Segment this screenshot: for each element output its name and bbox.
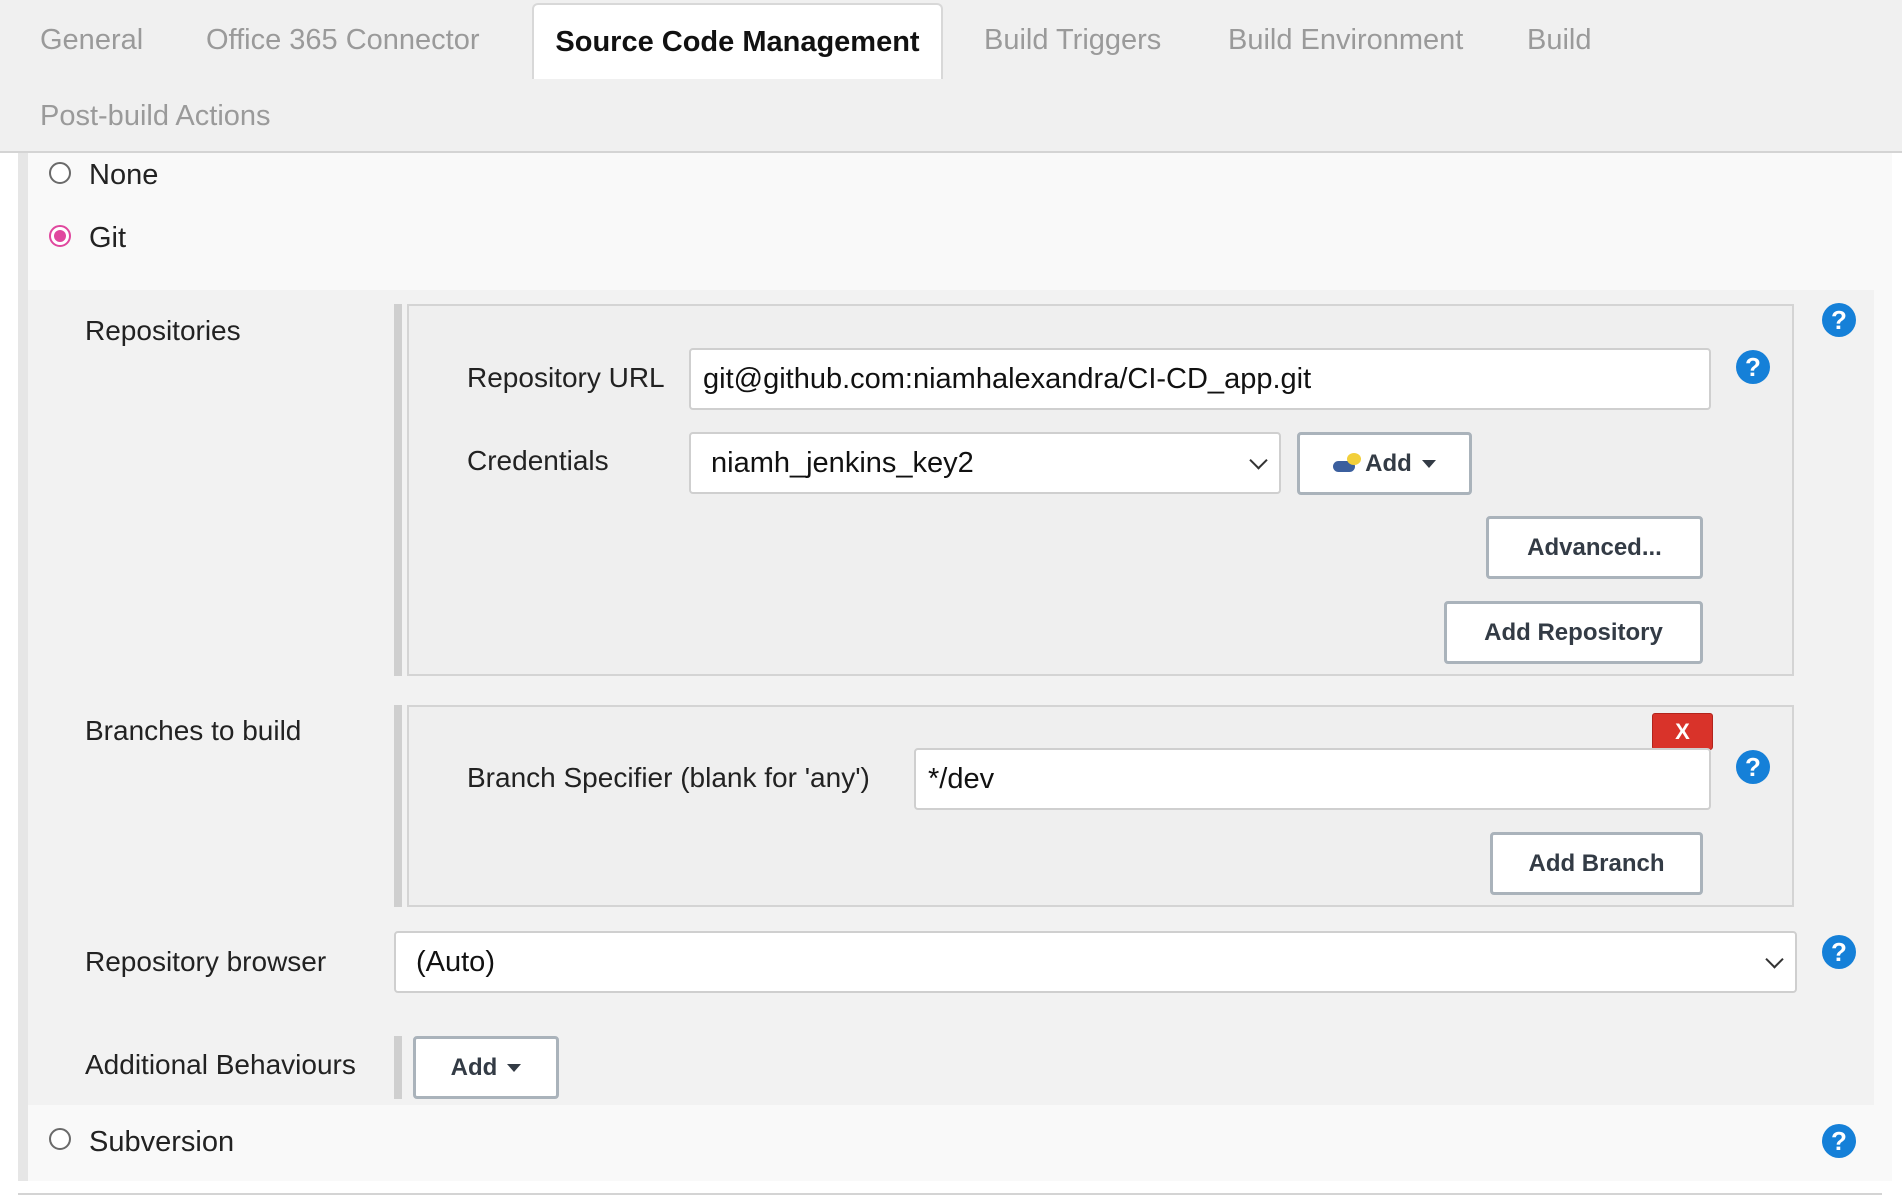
tab-general[interactable]: General xyxy=(40,26,143,55)
repository-url-label: Repository URL xyxy=(467,362,665,393)
advanced-button[interactable]: Advanced... xyxy=(1486,516,1703,579)
repository-browser-value: (Auto) xyxy=(416,945,495,978)
tab-build-environment[interactable]: Build Environment xyxy=(1228,26,1463,55)
none-label: None xyxy=(89,159,159,191)
additional-behaviours-label: Additional Behaviours xyxy=(85,1049,356,1080)
credentials-value: niamh_jenkins_key2 xyxy=(711,446,974,479)
repository-browser-label: Repository browser xyxy=(85,946,327,977)
git-radio[interactable] xyxy=(49,225,71,247)
add-credentials-button[interactable]: Add xyxy=(1297,432,1472,495)
branch-specifier-label: Branch Specifier (blank for 'any') xyxy=(467,762,870,793)
none-radio[interactable] xyxy=(49,162,71,184)
git-label: Git xyxy=(89,222,127,254)
subversion-label: Subversion xyxy=(89,1126,235,1158)
credentials-select[interactable]: niamh_jenkins_key2 xyxy=(689,432,1281,494)
add-repository-button[interactable]: Add Repository xyxy=(1444,601,1703,664)
help-icon[interactable]: ? xyxy=(1822,303,1856,337)
help-icon[interactable]: ? xyxy=(1736,350,1770,384)
repository-browser-select[interactable]: (Auto) xyxy=(394,931,1797,993)
caret-down-icon xyxy=(1421,459,1436,468)
tab-post-build-actions[interactable]: Post-build Actions xyxy=(40,102,271,131)
repository-url-input[interactable]: git@github.com:niamhalexandra/CI-CD_app.… xyxy=(689,348,1711,410)
chevron-down-icon xyxy=(1765,950,1784,969)
add-branch-button[interactable]: Add Branch xyxy=(1490,832,1703,895)
add-behaviour-label: Add xyxy=(450,1053,498,1081)
help-icon[interactable]: ? xyxy=(1822,1124,1856,1158)
key-icon xyxy=(1333,452,1363,475)
repositories-label: Repositories xyxy=(85,315,241,346)
delete-branch-button[interactable]: X xyxy=(1652,713,1713,750)
add-credentials-label: Add xyxy=(1365,449,1412,477)
branches-bar xyxy=(394,705,402,907)
repositories-bar xyxy=(394,304,402,676)
branch-specifier-input[interactable]: */dev xyxy=(914,748,1711,810)
behaviours-bar xyxy=(394,1036,402,1099)
tab-build[interactable]: Build xyxy=(1527,26,1592,55)
help-icon[interactable]: ? xyxy=(1822,935,1856,969)
chevron-down-icon xyxy=(1249,451,1268,470)
tab-office-365-connector[interactable]: Office 365 Connector xyxy=(206,26,480,55)
help-icon[interactable]: ? xyxy=(1736,750,1770,784)
tab-bar: General Office 365 Connector Source Code… xyxy=(0,0,1902,153)
divider xyxy=(18,1193,1882,1195)
tab-build-triggers[interactable]: Build Triggers xyxy=(984,26,1161,55)
branches-to-build-label: Branches to build xyxy=(85,715,302,746)
add-behaviour-button[interactable]: Add xyxy=(413,1036,559,1099)
credentials-label: Credentials xyxy=(467,445,609,476)
subversion-radio[interactable] xyxy=(49,1128,71,1150)
caret-down-icon xyxy=(507,1063,522,1072)
tab-source-code-management[interactable]: Source Code Management xyxy=(532,3,943,79)
